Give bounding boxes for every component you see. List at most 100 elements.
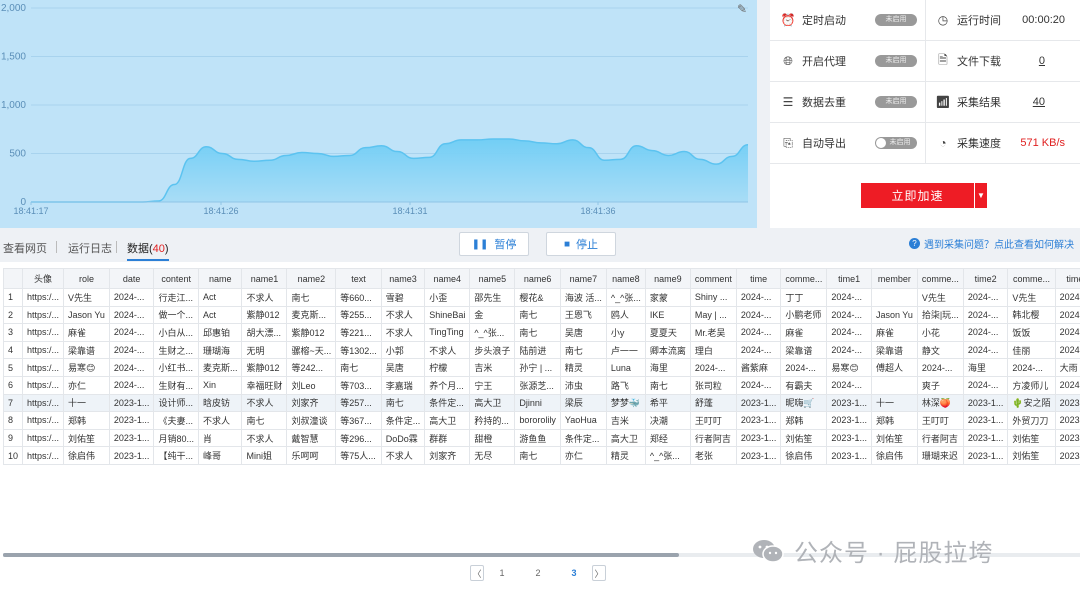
table-cell: 3 xyxy=(2,323,24,342)
column-header[interactable]: time2 xyxy=(962,268,1009,289)
table-cell: 梁靠谱 xyxy=(63,340,110,360)
proxy-toggle[interactable]: 未启用 xyxy=(875,55,917,67)
column-header[interactable] xyxy=(2,268,24,289)
x-tick-label: 18:41:26 xyxy=(203,206,238,216)
collect-result-count-link[interactable]: 40 xyxy=(1033,96,1045,108)
column-header[interactable]: time3 xyxy=(1054,268,1080,289)
table-cell: 2024-... xyxy=(735,340,782,360)
table-row[interactable]: 9 https:/... 刘佑笙 2023-1... 月销80... 肖不求人 戴智慧 等29… xyxy=(2,428,1080,448)
table-cell: 小郭 xyxy=(380,340,426,360)
table-cell: 静文 xyxy=(916,340,964,360)
table-cell: 卿本流离 xyxy=(644,340,691,360)
table-cell: 肖 xyxy=(197,428,243,448)
table-cell: 2024-... xyxy=(962,288,1009,307)
table-cell: 不求人 xyxy=(197,411,243,430)
column-header[interactable]: name4 xyxy=(424,268,471,289)
prev-page-chevron-left-icon[interactable]: 〈 xyxy=(470,565,484,581)
table-cell: 爽子 xyxy=(916,375,964,395)
table-cell: 峰哥 xyxy=(197,446,243,465)
column-header[interactable]: time1 xyxy=(826,268,872,289)
column-header[interactable]: name2 xyxy=(286,268,337,289)
table-row[interactable]: 8 https:/... 郑韩 2023-1... 《夫妻... 不求人 南七 刘叔潼谈 等36… xyxy=(2,411,1080,430)
table-row[interactable]: 1 https:/... V先生 2024-... 行走江... Act 不求人 南七 等660… xyxy=(2,288,1080,307)
column-header[interactable]: member xyxy=(870,268,918,289)
table-cell: 易寒😊 xyxy=(63,358,110,377)
scheduled-start-toggle[interactable]: 未启用 xyxy=(875,14,917,26)
table-cell: 吉米 xyxy=(469,358,516,377)
auto-export-toggle[interactable]: 未启用 xyxy=(875,137,917,149)
page-3-button[interactable]: 3 xyxy=(556,568,592,578)
page-2-button[interactable]: 2 xyxy=(520,568,556,578)
table-cell: 有霸夫 xyxy=(780,375,828,395)
column-header[interactable]: 头像 xyxy=(22,268,65,289)
table-header-row: 头像 role date content name name1 name2 text name3… xyxy=(2,268,1080,289)
table-cell: 2023-1... xyxy=(1054,428,1080,448)
table-cell: 刘佑笙 xyxy=(780,428,828,448)
table-cell: https:/... xyxy=(22,323,65,342)
column-header[interactable]: name7 xyxy=(559,268,607,289)
column-header[interactable]: comme... xyxy=(780,268,828,289)
table-cell: ^_^张... xyxy=(644,446,691,465)
stop-button[interactable]: ■ 停止 xyxy=(546,232,616,256)
tab-view-page[interactable]: 查看网页 xyxy=(3,240,47,256)
table-cell: 吴唐 xyxy=(380,358,426,377)
page-1-button[interactable]: 1 xyxy=(484,568,520,578)
boost-now-button[interactable]: 立即加速 xyxy=(861,183,974,208)
column-header[interactable]: name xyxy=(197,268,243,289)
column-header[interactable]: name8 xyxy=(605,268,646,289)
table-cell: 刘佑笙 xyxy=(63,428,110,448)
column-header[interactable]: time xyxy=(735,268,782,289)
table-row[interactable]: 5 https:/... 易寒😊 2024-... 小红书... 麦克斯... 紫静012 等… xyxy=(2,358,1080,377)
table-cell: 2024-... xyxy=(689,358,737,377)
table-row[interactable]: 6 https:/... 亦仁 2024-... 生财有... Xin 幸福旺财 刘Leo 等7… xyxy=(2,375,1080,395)
table-cell: Jason Yu xyxy=(63,305,110,325)
collect-speed-label: 采集速度 xyxy=(957,138,1001,150)
column-header[interactable]: name1 xyxy=(241,268,288,289)
dedupe-toggle[interactable]: 未启用 xyxy=(875,96,917,108)
column-header[interactable]: comme... xyxy=(916,268,964,289)
speedometer-icon: ◔ xyxy=(939,136,947,150)
stats-row-1: ⏰ 定时启动 未启用 ◷ 运行时间 00:00:20 xyxy=(770,0,1080,41)
table-cell: 大雨 xyxy=(1054,358,1080,377)
table-cell: 无尽 xyxy=(469,446,516,465)
collect-result-label: 采集结果 xyxy=(957,97,1001,109)
table-row[interactable]: 4 https:/... 梁靠谱 2024-... 生财之... 珊瑚海 无明 骡榕~天...… xyxy=(2,340,1080,360)
table-cell: Mr.老吴 xyxy=(689,323,737,342)
column-header[interactable]: name6 xyxy=(514,268,561,289)
column-header[interactable]: role xyxy=(63,268,110,289)
table-cell: 游鱼鱼 xyxy=(514,428,561,448)
table-cell: 2023-1... xyxy=(826,428,872,448)
help-link[interactable]: ? 遇到采集问题？点此查看如何解决 xyxy=(909,236,1074,251)
horizontal-scrollbar-thumb[interactable] xyxy=(3,553,679,557)
table-row[interactable]: 3 https:/... 麻雀 2024-... 小白从... 邱惠铂 胡大漂... 紫静01… xyxy=(2,323,1080,342)
table-cell: 等255... xyxy=(335,305,382,325)
column-header[interactable]: name5 xyxy=(469,268,516,289)
table-cell: 路飞 xyxy=(605,375,646,395)
column-header[interactable]: text xyxy=(335,268,382,289)
table-cell: 8 xyxy=(2,411,24,430)
y-tick-label: 1,500 xyxy=(1,52,26,63)
table-cell: 樱花& xyxy=(514,288,561,307)
tab-data[interactable]: 数据(40) xyxy=(127,240,169,261)
column-header[interactable]: name9 xyxy=(644,268,691,289)
table-row[interactable]: 7 https:/... 十一 2023-1... 设计师... 晗皮钫 不求人 刘家齐 等25… xyxy=(2,393,1080,413)
column-header[interactable]: name3 xyxy=(380,268,426,289)
column-header[interactable]: content xyxy=(153,268,199,289)
pause-icon: ❚❚ xyxy=(471,238,489,250)
tab-run-log[interactable]: 运行日志 xyxy=(68,240,112,256)
table-cell: 徐启伟 xyxy=(63,446,110,465)
pause-button[interactable]: ❚❚ 暂停 xyxy=(459,232,529,256)
edit-pencil-icon[interactable]: ✎ xyxy=(737,2,747,16)
table-row[interactable]: 2 https:/... Jason Yu 2024-... 做一个... Act 紫静01… xyxy=(2,305,1080,325)
file-download-count-link[interactable]: 0 xyxy=(1039,55,1045,67)
boost-dropdown-chevron-down-icon[interactable]: ▼ xyxy=(975,183,987,208)
column-header[interactable]: comme... xyxy=(1007,268,1056,289)
table-cell: 十一 xyxy=(63,393,110,413)
next-page-chevron-right-icon[interactable]: 〉 xyxy=(592,565,606,581)
table-cell: 徐启伟 xyxy=(870,446,918,465)
table-row[interactable]: 10 https:/... 徐启伟 2023-1... 【纯干... 峰哥 Mini姐 乐呵呵… xyxy=(2,446,1080,465)
column-header[interactable]: date xyxy=(108,268,155,289)
file-download-icon: 🗎 xyxy=(938,52,948,67)
tab-data-suffix: ) xyxy=(164,243,169,255)
column-header[interactable]: comment xyxy=(689,268,737,289)
